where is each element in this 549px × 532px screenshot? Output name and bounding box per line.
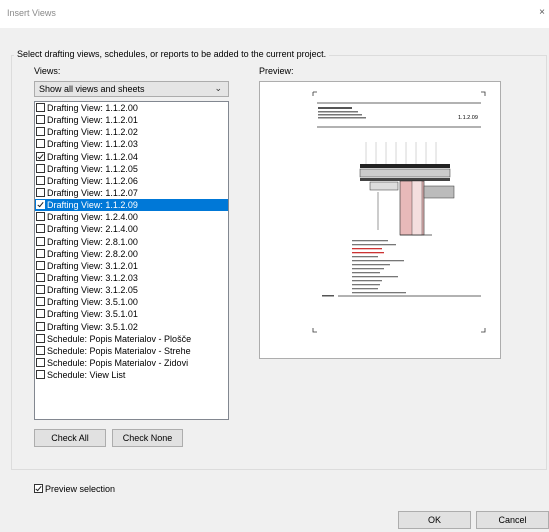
checkbox-icon[interactable]	[36, 345, 45, 355]
views-list[interactable]: Drafting View: 1.1.2.00 Drafting View: 1.…	[34, 101, 229, 420]
checkbox-icon[interactable]	[36, 187, 45, 197]
list-item[interactable]: Schedule: Popis Materialov - Zidovi	[35, 357, 228, 369]
checkbox-icon[interactable]	[36, 163, 45, 173]
checkbox-icon[interactable]	[36, 260, 45, 270]
list-item-label: Drafting View: 1.1.2.03	[47, 139, 138, 150]
list-item-label: Schedule: Popis Materialov - Plošče	[47, 333, 192, 344]
preview-sheet-number: 1.1.2.09	[458, 115, 478, 121]
list-item-label: Drafting View: 1.1.2.09	[47, 200, 138, 211]
list-item[interactable]: Drafting View: 3.5.1.00	[35, 296, 228, 308]
preview-pane: 1.1.2.09	[259, 81, 501, 359]
list-item[interactable]: Drafting View: 3.1.2.05	[35, 284, 228, 296]
list-item-label: Drafting View: 2.1.4.00	[47, 224, 138, 235]
list-item[interactable]: Drafting View: 1.1.2.04	[35, 151, 228, 163]
checkbox-icon[interactable]	[36, 236, 45, 246]
list-item[interactable]: Drafting View: 3.1.2.03	[35, 272, 228, 284]
list-item[interactable]: Drafting View: 1.1.2.05	[35, 163, 228, 175]
list-item-label: Schedule: Popis Materialov - Zidovi	[47, 357, 189, 368]
list-item[interactable]: Drafting View: 1.1.2.07	[35, 187, 228, 199]
views-filter-value: Show all views and sheets	[39, 84, 145, 94]
list-item-label: Drafting View: 1.1.2.02	[47, 127, 138, 138]
list-item-label: Schedule: View List	[47, 370, 126, 381]
list-item[interactable]: Drafting View: 2.8.2.00	[35, 248, 228, 260]
checkbox-icon[interactable]	[36, 127, 45, 137]
list-item-label: Drafting View: 2.8.2.00	[47, 248, 138, 259]
list-item[interactable]: Schedule: View List	[35, 369, 228, 381]
list-item[interactable]: Drafting View: 3.5.1.02	[35, 321, 228, 333]
list-item[interactable]: Drafting View: 1.2.4.00	[35, 211, 228, 223]
preview-drawing: 1.1.2.09	[312, 91, 486, 333]
list-item-label: Drafting View: 1.1.2.00	[47, 103, 138, 113]
list-item-label: Drafting View: 3.5.1.00	[47, 297, 138, 308]
list-item[interactable]: Drafting View: 3.1.2.01	[35, 260, 228, 272]
checkbox-icon[interactable]	[36, 115, 45, 125]
list-item[interactable]: Drafting View: 1.1.2.00	[35, 102, 228, 114]
list-item[interactable]: Schedule: Popis Materialov - Plošče	[35, 333, 228, 345]
checkbox-icon[interactable]	[36, 224, 45, 234]
checkbox-icon[interactable]	[36, 370, 45, 380]
checkbox-icon[interactable]	[36, 272, 45, 282]
list-item-label: Schedule: Popis Materialov - Strehe	[47, 345, 191, 356]
views-label: Views:	[34, 66, 61, 76]
preview-selection-label: Preview selection	[45, 484, 116, 494]
checkbox-icon[interactable]	[36, 333, 45, 343]
chevron-down-icon: ⌄	[214, 83, 222, 93]
checkbox-icon[interactable]	[36, 200, 45, 210]
checkbox-icon[interactable]	[36, 175, 45, 185]
list-item-label: Drafting View: 1.1.2.04	[47, 151, 138, 162]
list-item[interactable]: Schedule: Popis Materialov - Strehe	[35, 345, 228, 357]
checkbox-icon[interactable]	[36, 103, 45, 112]
views-filter-dropdown[interactable]: Show all views and sheets ⌄	[34, 81, 229, 97]
preview-label: Preview:	[259, 66, 294, 76]
list-item[interactable]: Drafting View: 3.5.1.01	[35, 308, 228, 320]
list-item-label: Drafting View: 1.1.2.01	[47, 115, 138, 126]
checkbox-icon[interactable]	[36, 321, 45, 331]
checkbox-icon[interactable]	[36, 139, 45, 149]
check-none-button[interactable]: Check None	[112, 429, 183, 447]
checkbox-icon[interactable]	[36, 248, 45, 258]
list-item[interactable]: Drafting View: 2.8.1.00	[35, 236, 228, 248]
ok-button[interactable]: OK	[398, 511, 471, 529]
list-item[interactable]: Drafting View: 1.1.2.01	[35, 114, 228, 126]
checkbox-icon[interactable]	[36, 297, 45, 307]
close-icon[interactable]: ×	[539, 7, 545, 18]
preview-selection-checkbox[interactable]: Preview selection	[34, 484, 115, 494]
cancel-button[interactable]: Cancel	[476, 511, 549, 529]
list-item-label: Drafting View: 3.5.1.02	[47, 321, 138, 332]
list-item-label: Drafting View: 3.1.2.05	[47, 285, 138, 296]
list-item[interactable]: Drafting View: 2.1.4.00	[35, 223, 228, 235]
list-item-label: Drafting View: 3.1.2.03	[47, 272, 138, 283]
list-item-label: Drafting View: 3.1.2.01	[47, 260, 138, 271]
list-item-label: Drafting View: 3.5.1.01	[47, 309, 138, 320]
window-title: Insert Views	[7, 8, 56, 18]
checkbox-icon[interactable]	[36, 151, 45, 161]
group-caption: Select drafting views, schedules, or rep…	[14, 49, 330, 59]
list-item-label: Drafting View: 1.2.4.00	[47, 212, 138, 223]
list-item[interactable]: Drafting View: 1.1.2.03	[35, 138, 228, 150]
list-item-label: Drafting View: 1.1.2.06	[47, 175, 138, 186]
list-item[interactable]: Drafting View: 1.1.2.09	[35, 199, 228, 212]
title-bar: Insert Views ×	[0, 0, 549, 28]
check-all-button[interactable]: Check All	[34, 429, 106, 447]
checkbox-icon[interactable]	[36, 309, 45, 319]
list-item[interactable]: Drafting View: 1.1.2.06	[35, 175, 228, 187]
checkbox-icon	[34, 484, 43, 493]
list-item[interactable]: Drafting View: 1.1.2.02	[35, 126, 228, 138]
list-item-label: Drafting View: 2.8.1.00	[47, 236, 138, 247]
checkbox-icon[interactable]	[36, 285, 45, 295]
checkbox-icon[interactable]	[36, 212, 45, 222]
list-item-label: Drafting View: 1.1.2.05	[47, 163, 138, 174]
checkbox-icon[interactable]	[36, 357, 45, 367]
list-item-label: Drafting View: 1.1.2.07	[47, 187, 138, 198]
